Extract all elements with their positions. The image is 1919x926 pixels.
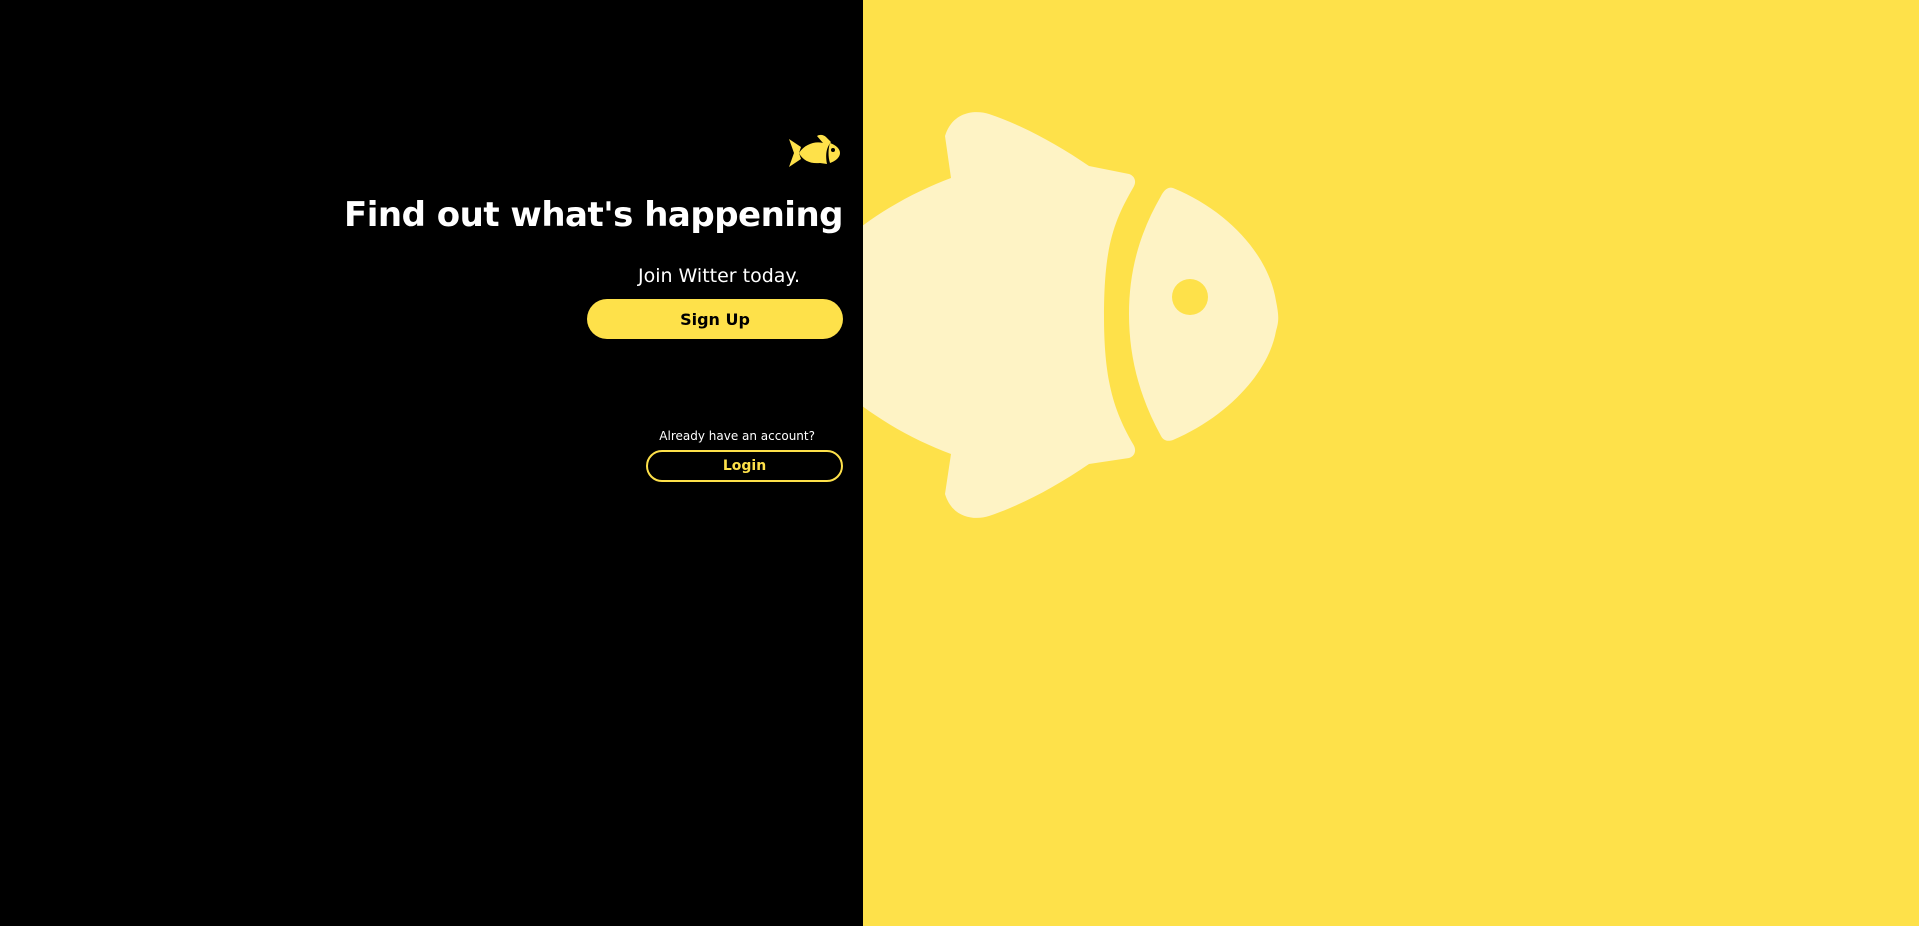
login-button[interactable]: Login bbox=[646, 450, 843, 482]
fish-icon bbox=[863, 112, 1279, 518]
landing-page: Find out what's happening Join Witter to… bbox=[0, 0, 1919, 926]
signup-panel: Find out what's happening Join Witter to… bbox=[0, 0, 863, 926]
login-prompt: Already have an account? bbox=[659, 429, 815, 443]
signup-button[interactable]: Sign Up bbox=[587, 299, 843, 339]
hero-illustration-panel bbox=[863, 0, 1919, 926]
page-subtitle: Join Witter today. bbox=[637, 265, 800, 287]
page-headline: Find out what's happening bbox=[344, 195, 844, 235]
fish-icon bbox=[789, 134, 840, 167]
signup-content: Find out what's happening Join Witter to… bbox=[343, 133, 844, 482]
